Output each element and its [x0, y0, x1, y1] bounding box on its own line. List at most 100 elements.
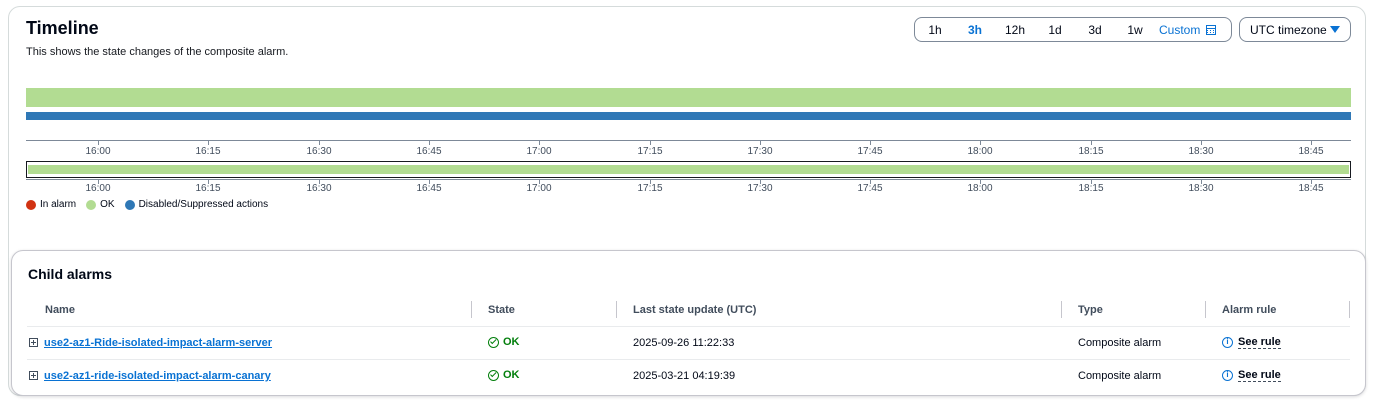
ok-swatch: [86, 199, 97, 210]
column-header-state[interactable]: State: [488, 304, 515, 316]
child-alarms-title: Child alarms: [28, 266, 113, 282]
legend-disabled: Disabled/Suppressed actions: [124, 199, 269, 210]
axis-tick-label: 17:45: [857, 183, 883, 194]
custom-range-label: Custom: [1159, 22, 1201, 37]
axis-tick: [650, 140, 651, 145]
axis-tick-label: 17:30: [747, 146, 773, 157]
navigator-ok-band: [28, 165, 1349, 174]
axis-tick-label: 18:45: [1298, 183, 1324, 194]
axis-tick: [539, 140, 540, 145]
axis-tick-label: 18:30: [1188, 183, 1214, 194]
caret-down-icon: [1330, 26, 1340, 33]
alarm-name-link[interactable]: use2-az1-Ride-isolated-impact-alarm-serv…: [44, 337, 272, 349]
timeline-legend: In alarm OK Disabled/Suppressed actions: [26, 199, 272, 210]
type-cell: Composite alarm: [1078, 337, 1162, 349]
axis-tick-label: 18:00: [967, 183, 993, 194]
column-divider[interactable]: [471, 301, 472, 318]
axis-tick: [429, 140, 430, 145]
column-divider[interactable]: [1205, 301, 1206, 318]
axis-tick-label: 16:00: [85, 183, 111, 194]
see-rule-button[interactable]: i See rule: [1222, 369, 1281, 382]
time-range-selector: 1h 3h 12h 1d 3d 1w Custom: [914, 17, 1232, 42]
calendar-icon: [1206, 24, 1217, 35]
timezone-dropdown[interactable]: UTC timezone: [1239, 17, 1351, 42]
row-divider: [27, 359, 1350, 360]
range-3h-button[interactable]: 3h: [955, 23, 995, 37]
axis-tick-label: 16:15: [195, 183, 221, 194]
axis-tick: [870, 140, 871, 145]
last-update-cell: 2025-09-26 11:22:33: [633, 337, 735, 349]
axis-tick-label: 16:45: [416, 183, 442, 194]
range-1d-button[interactable]: 1d: [1035, 23, 1075, 37]
axis-tick-label: 18:00: [967, 146, 993, 157]
column-divider[interactable]: [616, 301, 617, 318]
see-rule-button[interactable]: i See rule: [1222, 336, 1281, 349]
axis-tick: [1201, 140, 1202, 145]
timeline-title: Timeline: [26, 18, 99, 38]
see-rule-label: See rule: [1238, 336, 1281, 349]
info-icon: i: [1222, 337, 1233, 348]
axis-tick-label: 16:30: [306, 146, 332, 157]
legend-disabled-label: Disabled/Suppressed actions: [138, 199, 269, 210]
range-1h-button[interactable]: 1h: [915, 23, 955, 37]
axis-tick-label: 17:45: [857, 146, 883, 157]
axis-tick-label: 18:15: [1078, 183, 1104, 194]
state-text: OK: [503, 369, 520, 381]
timeline-navigator[interactable]: [26, 161, 1351, 178]
ok-state-band: [26, 88, 1351, 107]
column-header-name[interactable]: Name: [45, 304, 75, 316]
expand-icon[interactable]: [29, 338, 38, 347]
check-circle-icon: [488, 369, 499, 381]
axis-tick-label: 16:30: [306, 183, 332, 194]
state-text: OK: [503, 336, 520, 348]
axis-tick-label: 16:45: [416, 146, 442, 157]
see-rule-label: See rule: [1238, 369, 1281, 382]
custom-range-button[interactable]: Custom: [1159, 22, 1217, 37]
legend-in-alarm-label: In alarm: [40, 199, 77, 210]
navigator-axis: [26, 179, 1351, 180]
axis-tick-label: 17:30: [747, 183, 773, 194]
timezone-label: UTC timezone: [1250, 22, 1327, 37]
axis-tick-label: 17:15: [637, 183, 663, 194]
range-12h-button[interactable]: 12h: [995, 23, 1035, 37]
axis-tick: [980, 140, 981, 145]
column-header-type[interactable]: Type: [1078, 304, 1103, 316]
disabled-actions-band: [26, 112, 1351, 120]
range-1w-button[interactable]: 1w: [1115, 23, 1155, 37]
range-3d-button[interactable]: 3d: [1075, 23, 1115, 37]
status-badge: OK: [488, 369, 520, 381]
axis-tick-label: 18:45: [1298, 146, 1324, 157]
in-alarm-swatch: [26, 199, 36, 210]
legend-ok: OK: [86, 199, 115, 210]
axis-tick-label: 16:15: [195, 146, 221, 157]
check-circle-icon: [488, 336, 499, 348]
axis-tick-label: 17:15: [637, 146, 663, 157]
legend-ok-label: OK: [100, 199, 115, 210]
timeline-axis: [26, 140, 1351, 141]
column-header-last-update[interactable]: Last state update (UTC): [633, 304, 756, 316]
column-header-alarm-rule[interactable]: Alarm rule: [1222, 304, 1276, 316]
expand-icon[interactable]: [29, 371, 38, 380]
timeline-description: This shows the state changes of the comp…: [26, 46, 289, 58]
axis-tick-label: 17:00: [526, 146, 552, 157]
axis-tick: [208, 140, 209, 145]
axis-tick: [98, 140, 99, 145]
axis-tick: [1091, 140, 1092, 145]
axis-tick: [319, 140, 320, 145]
column-divider[interactable]: [1061, 301, 1062, 318]
axis-tick-label: 18:30: [1188, 146, 1214, 157]
disabled-swatch: [124, 199, 135, 210]
last-update-cell: 2025-03-21 04:19:39: [633, 370, 736, 382]
info-icon: i: [1222, 370, 1233, 381]
legend-in-alarm: In alarm: [26, 199, 76, 210]
row-divider: [27, 326, 1350, 327]
column-divider[interactable]: [1349, 301, 1350, 318]
axis-tick-label: 17:00: [526, 183, 552, 194]
axis-tick: [760, 140, 761, 145]
axis-tick-label: 16:00: [85, 146, 111, 157]
status-badge: OK: [488, 336, 520, 348]
alarm-name-link[interactable]: use2-az1-ride-isolated-impact-alarm-cana…: [44, 370, 271, 382]
axis-tick: [1311, 140, 1312, 145]
type-cell: Composite alarm: [1078, 370, 1162, 382]
axis-tick-label: 18:15: [1078, 146, 1104, 157]
